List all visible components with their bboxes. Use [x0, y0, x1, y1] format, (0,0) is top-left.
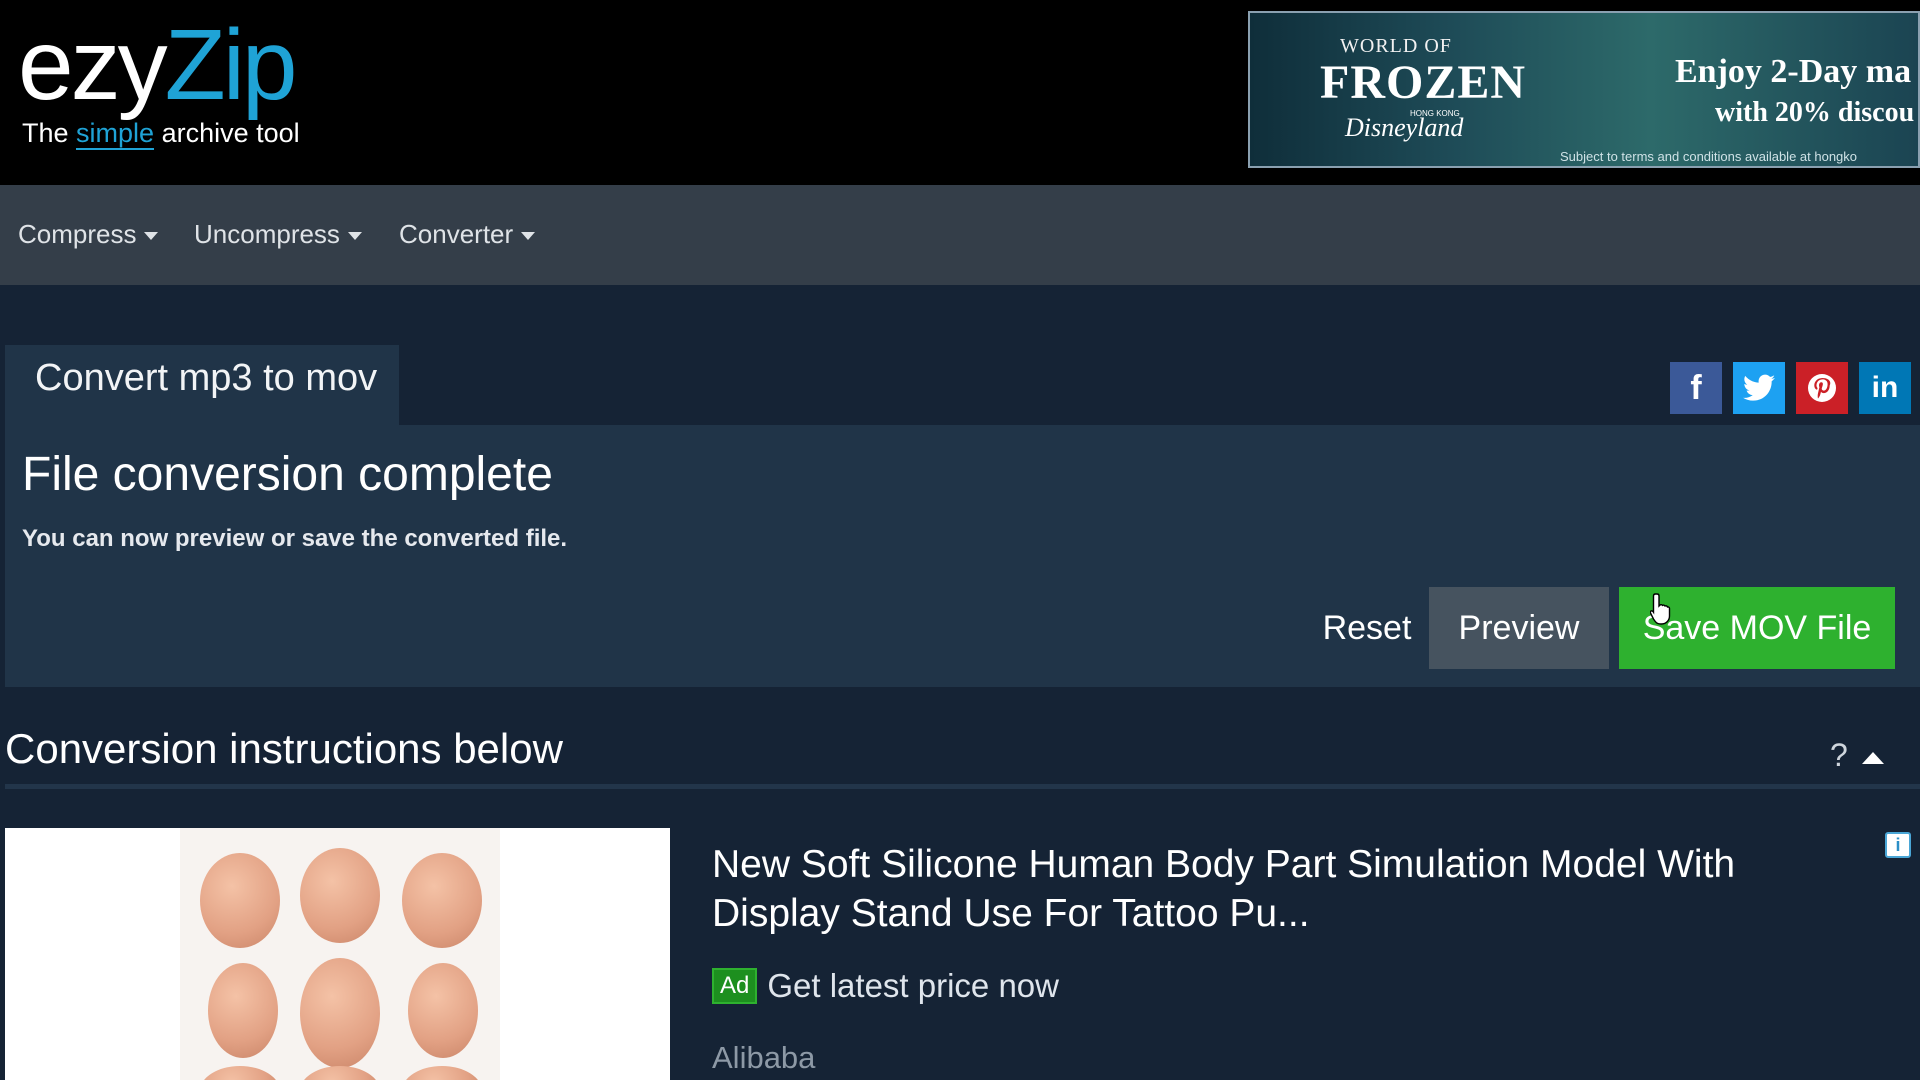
product-photo: [180, 828, 500, 1080]
hand-cursor-icon: [1650, 593, 1671, 625]
banner-frozen: FROZEN: [1320, 56, 1527, 109]
nav-uncompress[interactable]: Uncompress: [194, 219, 362, 250]
chevron-down-icon: [521, 231, 536, 240]
linkedin-icon: in: [1871, 371, 1899, 404]
banner-discount: with 20% discou: [1715, 97, 1915, 128]
banner-terms: Subject to terms and conditions availabl…: [1560, 149, 1858, 164]
linkedin-share-button[interactable]: in: [1859, 362, 1911, 414]
logo-ezy: ezy: [18, 9, 168, 121]
banner-headline: Enjoy 2-Day ma: [1675, 53, 1912, 90]
twitter-icon: [1743, 374, 1775, 401]
nose-model-shape: [402, 853, 482, 948]
body-model-shape: [300, 958, 380, 1068]
header-ad-banner[interactable]: WORLD OF FROZEN HONG KONG Disneyland Enj…: [1248, 11, 1920, 168]
ad-title-link[interactable]: New Soft Silicone Human Body Part Simula…: [712, 840, 1812, 938]
site-header: ezyZip The simple archive tool WORLD OF …: [0, 0, 1920, 185]
chevron-down-icon: [347, 231, 362, 240]
tab-convert[interactable]: Convert mp3 to mov: [5, 345, 399, 425]
nav-compress[interactable]: Compress: [18, 219, 159, 250]
ear-model-shape: [208, 963, 278, 1058]
logo-tagline: The simple archive tool: [22, 118, 300, 150]
tagline-pre: The: [22, 118, 77, 148]
facebook-icon: f: [1690, 368, 1702, 407]
ad-brand[interactable]: Alibaba: [712, 1040, 815, 1076]
preview-button[interactable]: Preview: [1429, 587, 1609, 669]
conversion-panel: File conversion complete You can now pre…: [5, 425, 1920, 687]
nav-uncompress-label: Uncompress: [194, 219, 340, 249]
banner-disneyland: Disneyland: [1345, 113, 1464, 142]
ear-model-shape: [408, 963, 478, 1058]
ad-product-image[interactable]: [5, 828, 670, 1080]
logo-zip: Zip: [164, 9, 298, 121]
panel-subtitle: You can now preview or save the converte…: [22, 525, 568, 552]
logo-wordmark: ezyZip: [18, 9, 298, 121]
ezyzip-logo[interactable]: ezyZip The simple archive tool: [18, 9, 300, 150]
ad-info-icon[interactable]: i: [1885, 832, 1911, 858]
instructions-heading: Conversion instructions below: [5, 725, 563, 772]
chevron-down-icon: [144, 231, 159, 240]
help-question-icon[interactable]: ?: [1830, 737, 1848, 774]
nav-converter-label: Converter: [399, 219, 514, 249]
eye-model-shape: [200, 853, 280, 948]
pinterest-share-button[interactable]: [1796, 362, 1848, 414]
nav-converter[interactable]: Converter: [399, 219, 536, 250]
page-title: File conversion complete: [22, 448, 553, 501]
model-shape: [300, 1066, 380, 1080]
mouth-model-shape: [300, 848, 380, 943]
tagline-simple: simple: [76, 118, 155, 150]
ad-cta[interactable]: Ad Get latest price now: [712, 967, 1059, 1005]
pinterest-icon: [1808, 374, 1836, 402]
model-shape: [200, 1066, 280, 1080]
nav-compress-label: Compress: [18, 219, 137, 249]
ad-cta-text: Get latest price now: [767, 967, 1059, 1004]
collapse-up-icon[interactable]: [1862, 752, 1884, 764]
facebook-share-button[interactable]: f: [1670, 362, 1722, 414]
tagline-post: archive tool: [154, 118, 300, 148]
model-shape: [402, 1066, 482, 1080]
ad-badge: Ad: [712, 968, 758, 1004]
twitter-share-button[interactable]: [1733, 362, 1785, 414]
section-divider: [5, 784, 1920, 789]
tab-convert-label: Convert mp3 to mov: [35, 357, 378, 399]
reset-button[interactable]: Reset: [1292, 587, 1442, 669]
main-nav: Compress Uncompress Converter: [0, 185, 1920, 285]
